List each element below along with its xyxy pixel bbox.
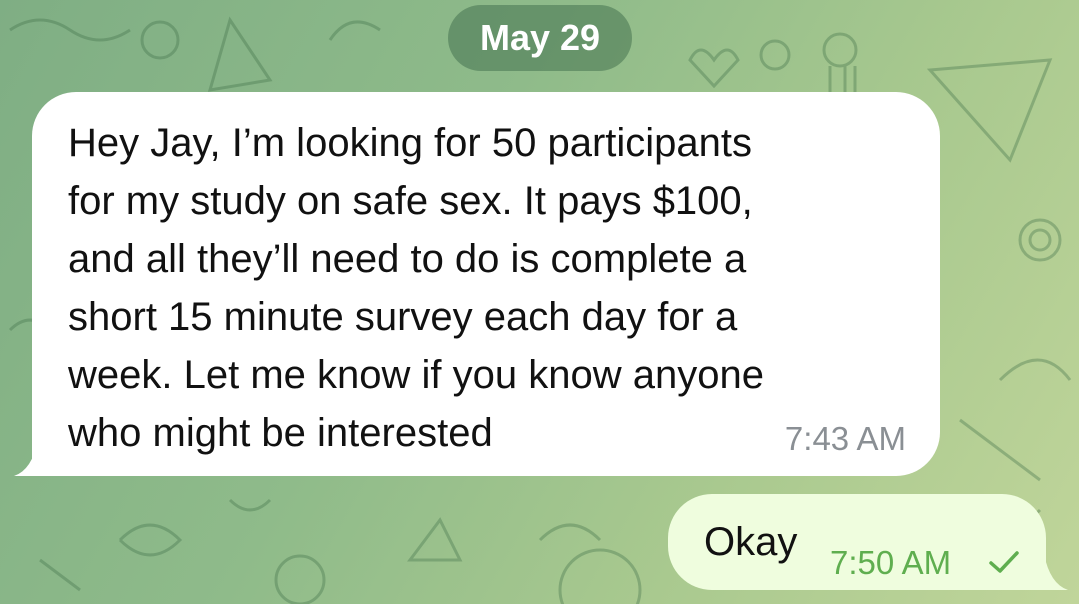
incoming-message-bubble[interactable]: Hey Jay, I’m looking for 50 participants… xyxy=(32,92,940,476)
single-check-icon xyxy=(989,551,1019,573)
incoming-message-text: Hey Jay, I’m looking for 50 participants… xyxy=(68,121,764,455)
incoming-message-time: 7:43 AM xyxy=(784,420,906,457)
outgoing-message-text: Okay xyxy=(704,520,798,564)
chat-view: May 29 Hey Jay, I’m looking for 50 parti… xyxy=(0,0,1079,604)
outgoing-bubble-tail xyxy=(1032,554,1068,590)
outgoing-message-time: 7:50 AM xyxy=(830,544,952,581)
outgoing-message-bubble[interactable]: Okay 7:50 AM xyxy=(668,494,1046,590)
date-separator: May 29 xyxy=(448,5,632,71)
